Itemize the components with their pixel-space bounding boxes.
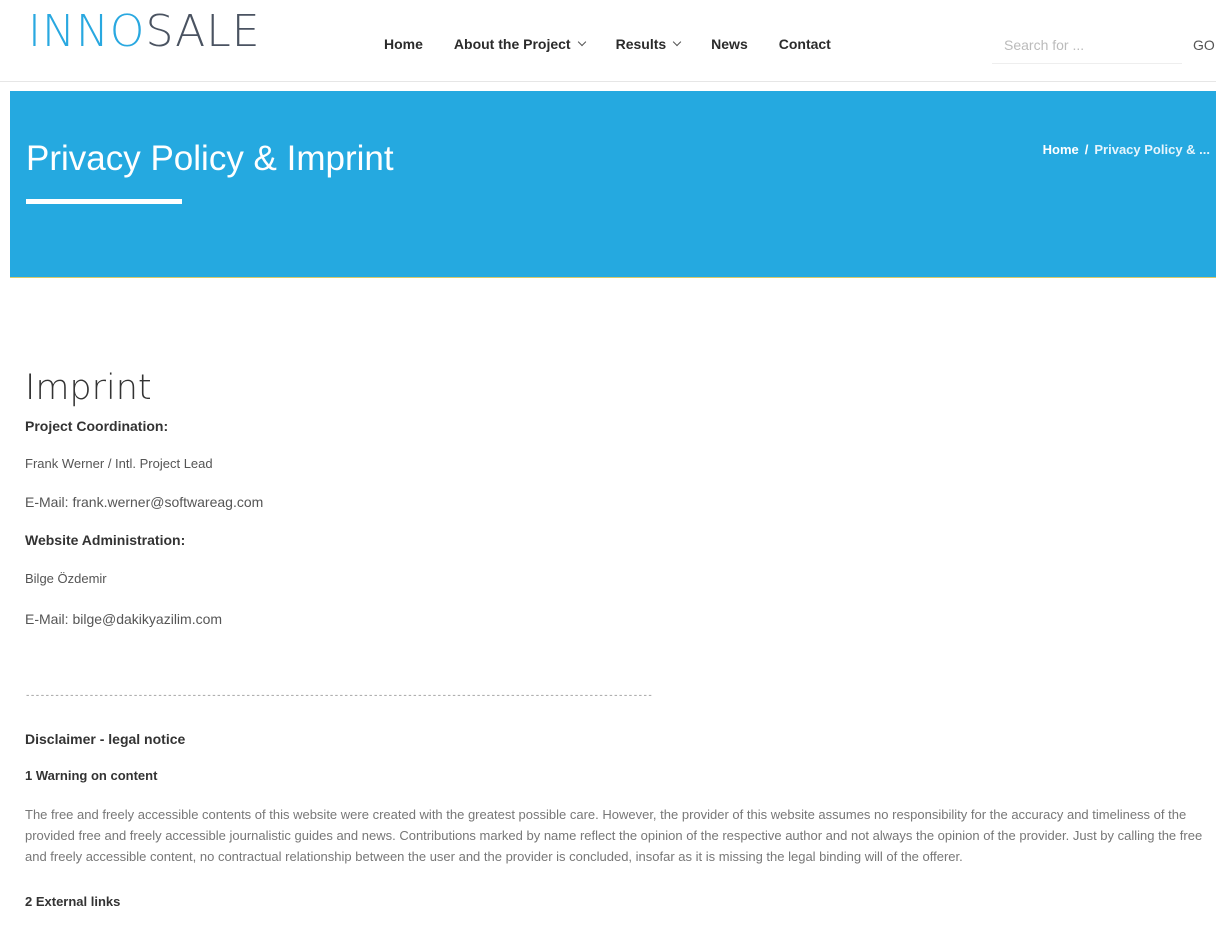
search-box — [992, 28, 1182, 64]
search-go-button[interactable]: GO — [1193, 37, 1215, 53]
page-title: Privacy Policy & Imprint — [26, 139, 394, 178]
admin-email: E-Mail: bilge@dakikyazilim.com — [25, 611, 223, 627]
main-content: Imprint — [25, 368, 1205, 416]
chevron-down-icon — [577, 37, 586, 47]
main-nav: Home About the Project Results News Cont… — [384, 36, 862, 52]
section1-paragraph: The free and freely accessible contents … — [25, 807, 1203, 864]
text-divider: ----------------------------------------… — [25, 691, 653, 701]
site-header: INNO SALE Home About the Project Results… — [0, 0, 1216, 82]
chevron-down-icon — [672, 37, 682, 47]
nav-item-label: About the Project — [453, 36, 571, 52]
coordination-name: Frank Werner / Intl. Project Lead — [25, 456, 213, 471]
title-underline — [26, 199, 182, 204]
breadcrumb-separator: / — [1084, 142, 1089, 157]
logo-text-inno: INNO — [28, 6, 146, 57]
nav-item-news[interactable]: News — [711, 36, 748, 52]
section-heading-imprint: Imprint — [25, 368, 152, 408]
nav-item-label: News — [711, 36, 748, 52]
logo-text-sale: SALE — [145, 6, 261, 57]
site-logo[interactable]: INNO SALE — [28, 6, 261, 57]
nav-item-label: Results — [615, 36, 667, 52]
nav-item-label: Home — [384, 36, 423, 52]
disclaimer-title: Disclaimer - legal notice — [25, 731, 186, 747]
nav-item-label: Contact — [778, 36, 831, 52]
nav-item-contact[interactable]: Contact — [779, 36, 831, 52]
breadcrumb-current: Privacy Policy & ... — [1094, 142, 1210, 157]
breadcrumb: Home / Privacy Policy & ... — [1043, 142, 1210, 157]
page-hero-banner: Privacy Policy & Imprint Home / Privacy … — [10, 91, 1216, 278]
section1-title: 1 Warning on content — [25, 768, 158, 783]
admin-name: Bilge Özdemir — [25, 571, 107, 586]
coordination-email: E-Mail: frank.werner@softwareag.com — [25, 494, 264, 510]
search-input[interactable] — [992, 28, 1178, 62]
nav-item-results[interactable]: Results — [615, 36, 682, 52]
nav-item-about[interactable]: About the Project — [453, 36, 586, 52]
breadcrumb-home-link[interactable]: Home — [1043, 142, 1079, 157]
admin-label: Website Administration: — [25, 532, 186, 548]
nav-item-home[interactable]: Home — [384, 36, 423, 52]
section2-title: 2 External links — [25, 894, 121, 909]
coordination-label: Project Coordination: — [25, 418, 169, 434]
